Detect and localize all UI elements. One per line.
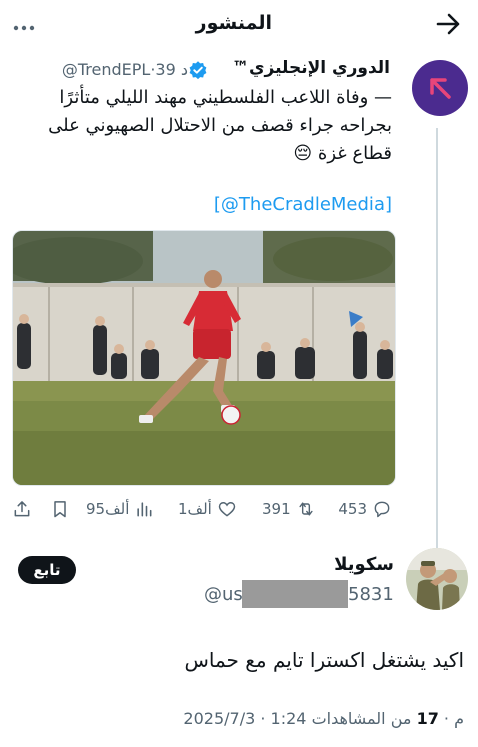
page-title: المنشور — [195, 12, 272, 34]
reply-handle-start[interactable]: @us — [204, 584, 243, 605]
retweet-icon — [299, 502, 313, 516]
like-action[interactable]: 1ألف — [178, 497, 237, 521]
reply-count: 453 — [338, 500, 367, 518]
reply-views-count: 17 — [416, 709, 439, 728]
account-avatar[interactable] — [412, 60, 468, 116]
back-arrow-icon[interactable] — [434, 10, 462, 38]
tweet-meta: @TrendEPL·39 د — [62, 60, 188, 79]
retweet-action[interactable]: 391 — [262, 497, 316, 521]
reply-icon — [374, 501, 390, 518]
reply-handle-end[interactable]: 5831 — [348, 584, 394, 605]
reply-author-name[interactable]: سكويلا — [334, 554, 394, 575]
share-action[interactable] — [12, 497, 32, 521]
bookmark-action[interactable] — [50, 497, 70, 521]
tweet-photo[interactable] — [12, 230, 396, 486]
tweet-time[interactable]: 39 د — [155, 60, 188, 79]
mention-link[interactable]: [@TheCradleMedia] — [214, 194, 392, 215]
bookmark-icon — [54, 501, 66, 518]
analytics-bars-icon — [137, 502, 152, 517]
tweet-handle[interactable]: @TrendEPL — [62, 60, 150, 79]
tweet-text: — وفاة اللاعب الفلسطيني مهند الليلي متأث… — [48, 87, 392, 164]
diagonal-arrow-logo-icon — [430, 78, 451, 99]
retweet-count: 391 — [262, 500, 291, 518]
share-icon — [14, 501, 30, 517]
account-name[interactable]: الدوري الإنجليزي™ — [232, 58, 390, 78]
reply-meta: 2025/7/3 · 1:24 م · 17 من المشاهدات — [183, 709, 464, 728]
follow-button[interactable]: تابع — [18, 556, 76, 584]
reply-text: اكيد يشتغل اكسترا تايم مع حماس — [184, 648, 464, 672]
thread-connector-line — [436, 128, 438, 548]
heart-icon — [218, 502, 236, 517]
views-count: 95ألف — [86, 500, 130, 518]
verified-badge-icon — [189, 61, 207, 80]
reply-action[interactable]: 453 — [338, 497, 392, 521]
reply-views-label: من المشاهدات — [311, 709, 412, 728]
views-action[interactable]: 95ألف — [86, 497, 154, 521]
redaction-box — [242, 580, 348, 608]
reply-avatar[interactable] — [406, 548, 468, 610]
more-options-icon[interactable] — [4, 22, 44, 42]
like-count: 1ألف — [178, 500, 212, 518]
